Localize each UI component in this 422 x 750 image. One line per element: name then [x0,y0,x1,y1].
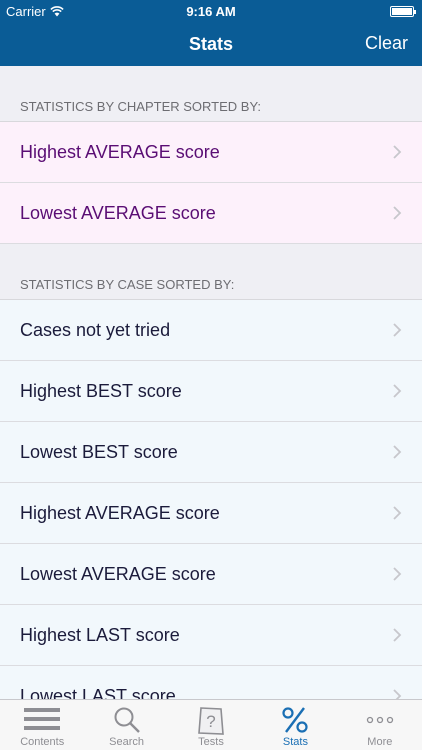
row-label: Lowest AVERAGE score [20,563,216,584]
page-title: Stats [188,34,233,54]
tab-label: More [367,736,393,748]
tab-label: Contents [20,736,65,748]
tab-label: Stats [282,736,308,748]
list-icon [24,708,61,730]
chevron-right-icon [393,628,402,642]
row-label: Highest BEST score [20,380,182,401]
case-not-tried-row[interactable]: Cases not yet tried [0,300,422,361]
svg-text:?: ? [206,712,215,731]
row-label: Highest AVERAGE score [20,141,220,162]
battery-icon [390,6,416,17]
chevron-right-icon [393,689,402,699]
row-label: Lowest AVERAGE score [20,202,216,223]
chevron-right-icon [393,206,402,220]
row-label: Lowest BEST score [20,441,178,462]
ellipsis-icon [366,716,393,724]
stats-list[interactable]: STATISTICS BY CHAPTER SORTED BY: Highest… [0,66,422,699]
row-label: Highest AVERAGE score [20,502,220,523]
tab-bar: Contents Search ? Tests Stats More [0,699,422,750]
case-highest-last-row[interactable]: Highest LAST score [0,605,422,666]
chevron-right-icon [393,384,402,398]
status-time: 9:16 AM [186,4,236,19]
chevron-right-icon [393,323,402,337]
chapter-lowest-average-row[interactable]: Lowest AVERAGE score [0,183,422,244]
chapter-highest-average-row[interactable]: Highest AVERAGE score [0,122,422,183]
chevron-right-icon [393,567,402,581]
clear-button[interactable]: Clear [365,33,408,54]
tab-label: Tests [198,736,224,748]
row-label: Lowest LAST score [20,685,176,700]
chapter-section-header: STATISTICS BY CHAPTER SORTED BY: [0,66,422,122]
tab-contents[interactable]: Contents [0,700,84,750]
case-lowest-average-row[interactable]: Lowest AVERAGE score [0,544,422,605]
case-highest-average-row[interactable]: Highest AVERAGE score [0,483,422,544]
chevron-right-icon [393,506,402,520]
case-lowest-best-row[interactable]: Lowest BEST score [0,422,422,483]
navigation-bar: Stats Clear [0,22,422,66]
tab-tests[interactable]: ? Tests [169,700,253,750]
question-icon: ? [198,707,224,735]
row-label: Highest LAST score [20,624,180,645]
tab-stats[interactable]: Stats [253,700,337,750]
case-lowest-last-row[interactable]: Lowest LAST score [0,666,422,699]
tab-label: Search [109,736,145,748]
chevron-right-icon [393,145,402,159]
chevron-right-icon [393,445,402,459]
tab-more[interactable]: More [338,700,422,750]
case-highest-best-row[interactable]: Highest BEST score [0,361,422,422]
case-section-header: STATISTICS BY CASE SORTED BY: [0,244,422,300]
magnifier-icon [114,707,140,733]
status-bar: Carrier 9:16 AM [0,0,422,22]
tab-search[interactable]: Search [84,700,168,750]
percent-icon [282,707,309,733]
row-label: Cases not yet tried [20,319,171,340]
